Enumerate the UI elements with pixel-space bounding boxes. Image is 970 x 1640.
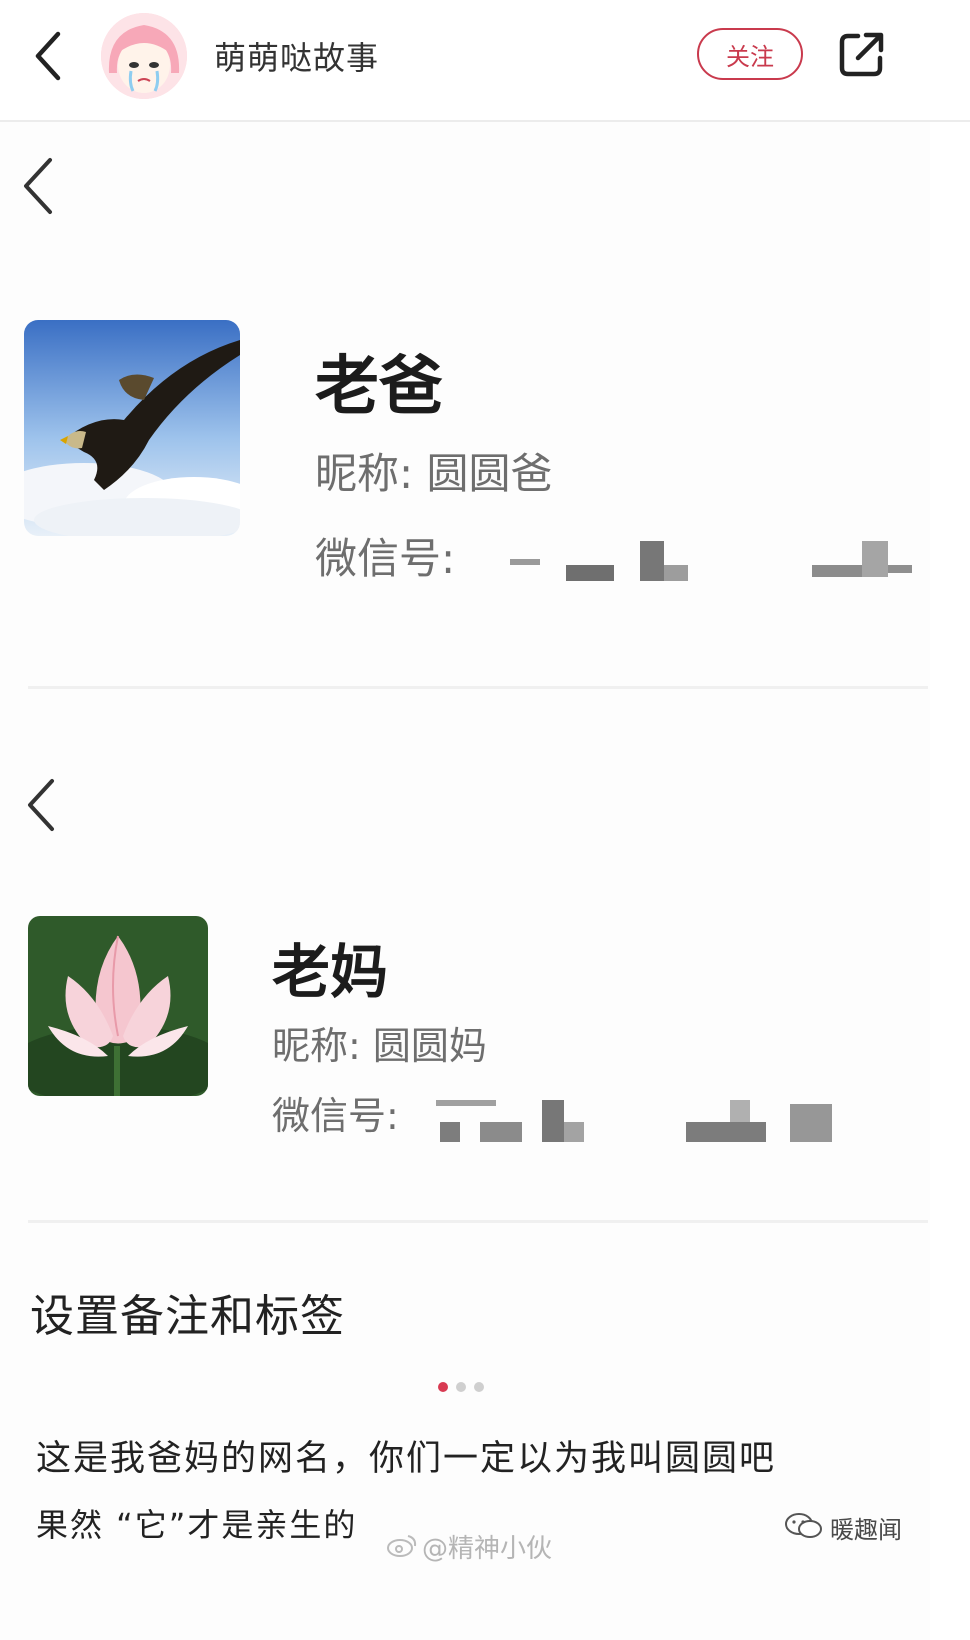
caption-line: 这是我爸妈的网名，你们一定以为我叫圆圆吧 bbox=[36, 1439, 777, 1479]
wechat-id-mosaic bbox=[430, 1092, 850, 1148]
author-avatar[interactable] bbox=[101, 13, 187, 99]
weibo-watermark: @精神小伙 bbox=[386, 1528, 552, 1565]
wechat-account: 暖趣闻 bbox=[830, 1516, 902, 1544]
follow-button[interactable]: 关注 bbox=[697, 28, 803, 80]
pagination-dot[interactable] bbox=[456, 1382, 466, 1392]
contact-wechat-label: 微信号: bbox=[315, 534, 456, 583]
wechat-watermark: 暖趣闻 bbox=[784, 1510, 902, 1545]
caption-line: 果然 “它”才是亲生的 bbox=[36, 1506, 358, 1544]
divider bbox=[28, 686, 928, 689]
back-icon[interactable] bbox=[22, 775, 62, 835]
share-icon[interactable] bbox=[836, 28, 888, 80]
lotus-avatar bbox=[28, 916, 208, 1096]
author-name[interactable]: 萌萌哒故事 bbox=[214, 33, 379, 79]
weibo-icon bbox=[386, 1532, 418, 1562]
contact-wechat-label: 微信号: bbox=[272, 1094, 399, 1138]
contact-nickname: 昵称: 圆圆妈 bbox=[272, 1024, 487, 1068]
back-icon[interactable] bbox=[28, 30, 72, 82]
contact-nickname: 昵称: 圆圆爸 bbox=[315, 449, 553, 498]
pagination-dot[interactable] bbox=[474, 1382, 484, 1392]
wechat-id-mosaic bbox=[500, 535, 920, 585]
back-icon[interactable] bbox=[18, 156, 58, 216]
contact-name: 老妈 bbox=[272, 938, 389, 1006]
contact-name: 老爸 bbox=[315, 350, 443, 424]
divider bbox=[28, 1220, 928, 1223]
eagle-avatar bbox=[24, 320, 240, 536]
pagination-dot[interactable] bbox=[438, 1382, 448, 1392]
wechat-icon bbox=[784, 1511, 824, 1545]
settings-remark-tags[interactable]: 设置备注和标签 bbox=[30, 1280, 345, 1344]
weibo-handle: @精神小伙 bbox=[422, 1534, 553, 1564]
carousel-pagination bbox=[438, 1382, 484, 1392]
